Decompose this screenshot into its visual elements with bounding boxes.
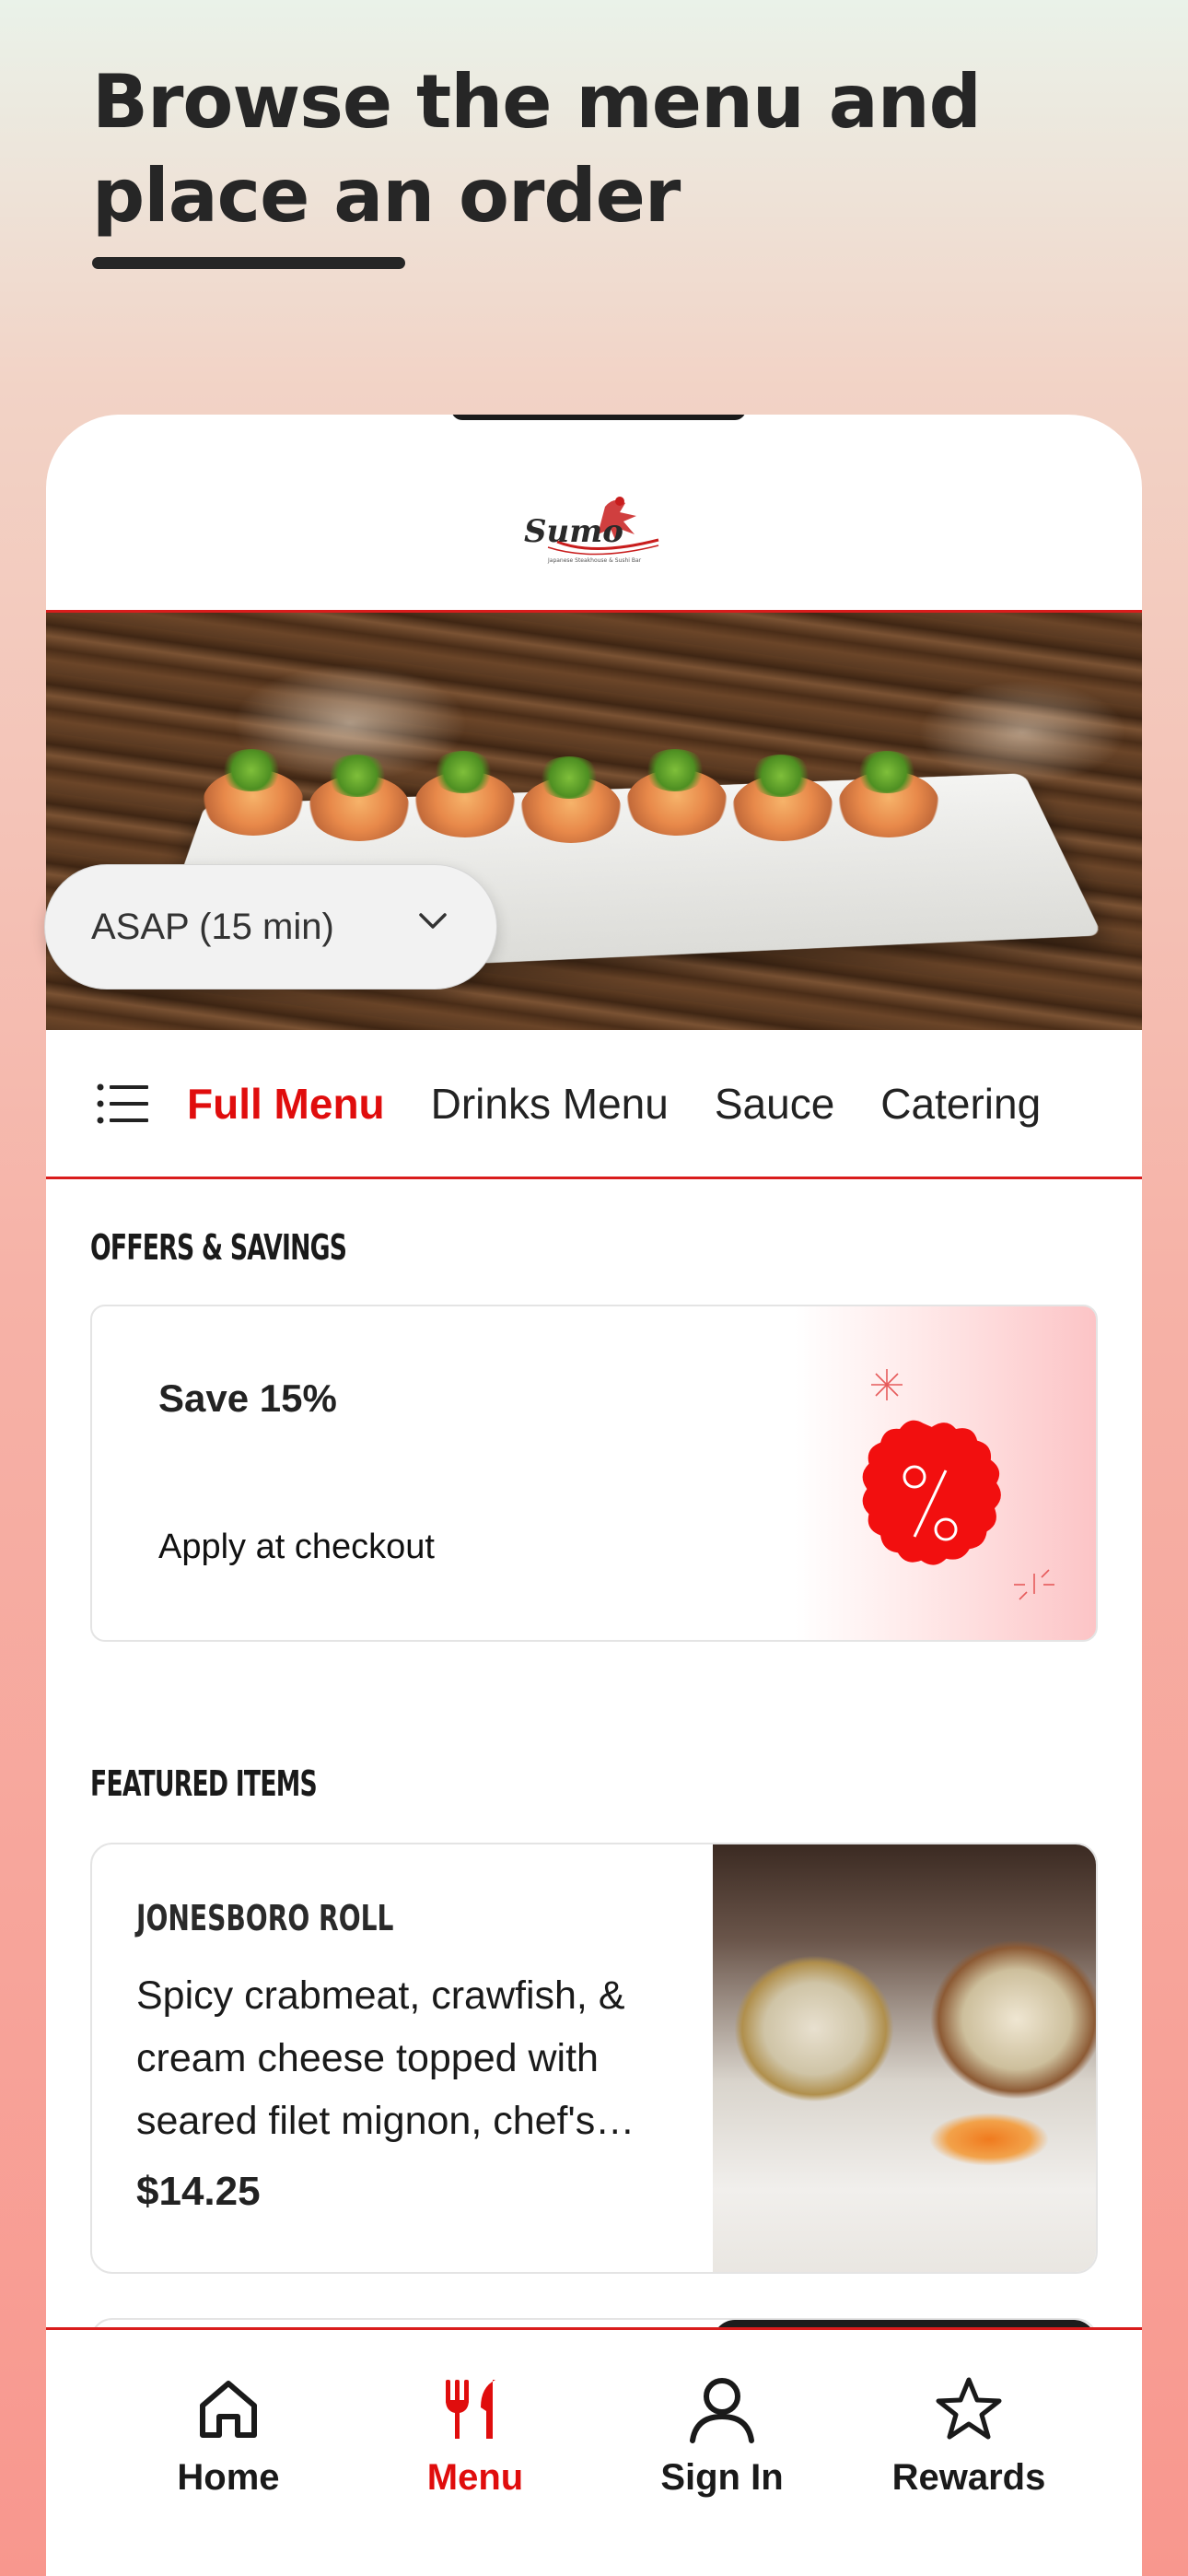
phone-frame: Sumo Japanese Steakhouse & Sushi Bar Ful… [46,415,1142,2576]
tab-full-menu[interactable]: Full Menu [187,1079,385,1129]
list-icon[interactable] [97,1083,148,1124]
menu-tab-bar: Full Menu Drinks Menu Sauce Catering [46,1030,1142,1179]
percent-badge-icon [862,1369,1054,1600]
offer-card[interactable]: Save 15% Apply at checkout [90,1305,1098,1642]
phone-notch [451,415,746,420]
featured-item-card[interactable]: JONESBORO ROLL Spicy crabmeat, crawfish,… [90,1843,1098,2274]
item-photo [713,1844,1096,2272]
star-icon [936,2377,1002,2440]
fork-knife-icon [446,2380,495,2439]
tab-drinks-menu[interactable]: Drinks Menu [431,1079,669,1129]
nav-home-label: Home [177,2457,280,2498]
bottom-nav: Home Menu Sign In Rewards [46,2327,1142,2576]
page-headline: Browse the menu and place an order [92,55,1013,243]
tab-catering[interactable]: Catering [880,1079,1041,1129]
item-description: Spicy crabmeat, crawfish, & cream cheese… [136,1973,635,2143]
tab-sauce[interactable]: Sauce [715,1079,834,1129]
logo-text: Sumo [524,513,623,550]
offers-section-title: OFFERS & SAVINGS [90,1227,347,1268]
nav-sign-in-label: Sign In [660,2457,784,2498]
nav-sign-in[interactable]: Sign In [621,2374,823,2499]
order-time-value: ASAP (15 min) [91,906,334,947]
user-icon [690,2378,754,2443]
order-time-selector[interactable]: ASAP (15 min) [44,864,497,989]
offer-title: Save 15% [158,1376,337,1420]
item-name: JONESBORO ROLL [136,1898,394,1938]
nav-menu-label: Menu [426,2457,524,2498]
nav-menu[interactable]: Menu [374,2374,577,2499]
nav-rewards-label: Rewards [891,2457,1046,2498]
logo-tagline: Japanese Steakhouse & Sushi Bar [547,557,642,564]
featured-section-title: FEATURED ITEMS [90,1763,318,1804]
sumo-logo[interactable]: Sumo Japanese Steakhouse & Sushi Bar [520,488,668,571]
headline-underline [92,257,405,269]
nav-home[interactable]: Home [127,2374,330,2499]
headline-line-2: place an order [92,153,681,239]
home-icon [200,2381,257,2438]
nav-rewards[interactable]: Rewards [868,2374,1070,2499]
headline-line-1: Browse the menu and [92,59,982,145]
chevron-down-icon [419,913,447,929]
item-price: $14.25 [136,2169,261,2214]
offer-subtitle: Apply at checkout [158,1528,435,1566]
